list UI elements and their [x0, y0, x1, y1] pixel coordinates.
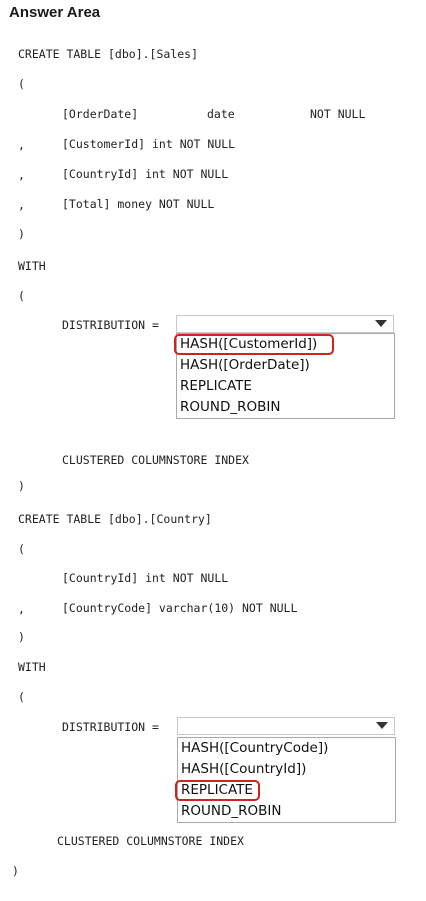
country-countrycode-column: [CountryCode] varchar(10) NOT NULL: [62, 601, 298, 615]
option-replicate[interactable]: REPLICATE: [175, 780, 395, 801]
option-round-robin[interactable]: ROUND_ROBIN: [178, 801, 395, 822]
sales-countryid-column: [CountryId] int NOT NULL: [62, 167, 229, 181]
sales-comma-1: ,: [18, 138, 25, 152]
sales-total-column: [Total] money NOT NULL: [62, 197, 215, 211]
sales-distribution-options: HASH([CustomerId]) HASH([OrderDate]) REP…: [174, 333, 395, 419]
sales-index-clause: CLUSTERED COLUMNSTORE INDEX: [62, 453, 249, 467]
sales-orderdate-null: NOT NULL: [310, 107, 366, 121]
sales-comma-3: ,: [18, 198, 25, 212]
country-with-open-paren: (: [18, 690, 25, 704]
sales-distribution-label: DISTRIBUTION =: [62, 318, 159, 332]
country-countryid-column: [CountryId] int NOT NULL: [62, 571, 229, 585]
chevron-down-icon[interactable]: [376, 722, 388, 729]
option-hash-orderdate[interactable]: HASH([OrderDate]): [177, 355, 394, 376]
country-create-statement: CREATE TABLE [dbo].[Country]: [18, 512, 212, 526]
sales-open-paren: (: [18, 77, 25, 91]
option-hash-customerid[interactable]: HASH([CustomerId]): [174, 334, 394, 355]
country-index-clause: CLUSTERED COLUMNSTORE INDEX: [57, 834, 244, 848]
sales-close-paren: ): [18, 227, 25, 241]
country-comma-1: ,: [18, 602, 25, 616]
country-distribution-dropdown[interactable]: [177, 717, 395, 735]
sales-with-close-paren: ): [18, 479, 25, 493]
sales-orderdate-name: [OrderDate]: [62, 107, 139, 121]
option-replicate[interactable]: REPLICATE: [177, 376, 394, 397]
country-distribution-options: HASH([CountryCode]) HASH([CountryId]) RE…: [175, 737, 396, 823]
country-distribution-label: DISTRIBUTION =: [62, 720, 159, 734]
answer-area-title: Answer Area: [9, 4, 101, 21]
option-hash-countryid[interactable]: HASH([CountryId]): [178, 759, 395, 780]
sales-customerid-column: [CustomerId] int NOT NULL: [62, 137, 236, 151]
sales-with-open-paren: (: [18, 289, 25, 303]
country-open-paren: (: [18, 542, 25, 556]
sales-distribution-dropdown[interactable]: [176, 315, 394, 333]
option-hash-countrycode[interactable]: HASH([CountryCode]): [178, 738, 395, 759]
sales-with-keyword: WITH: [18, 259, 46, 273]
sales-comma-2: ,: [18, 168, 25, 182]
country-close-paren: ): [18, 630, 25, 644]
option-round-robin[interactable]: ROUND_ROBIN: [177, 397, 394, 418]
sales-create-statement: CREATE TABLE [dbo].[Sales]: [18, 47, 199, 61]
country-with-keyword: WITH: [18, 660, 46, 674]
sales-orderdate-type: date: [207, 107, 235, 121]
chevron-down-icon[interactable]: [375, 320, 387, 327]
country-with-close-paren: ): [12, 864, 19, 878]
